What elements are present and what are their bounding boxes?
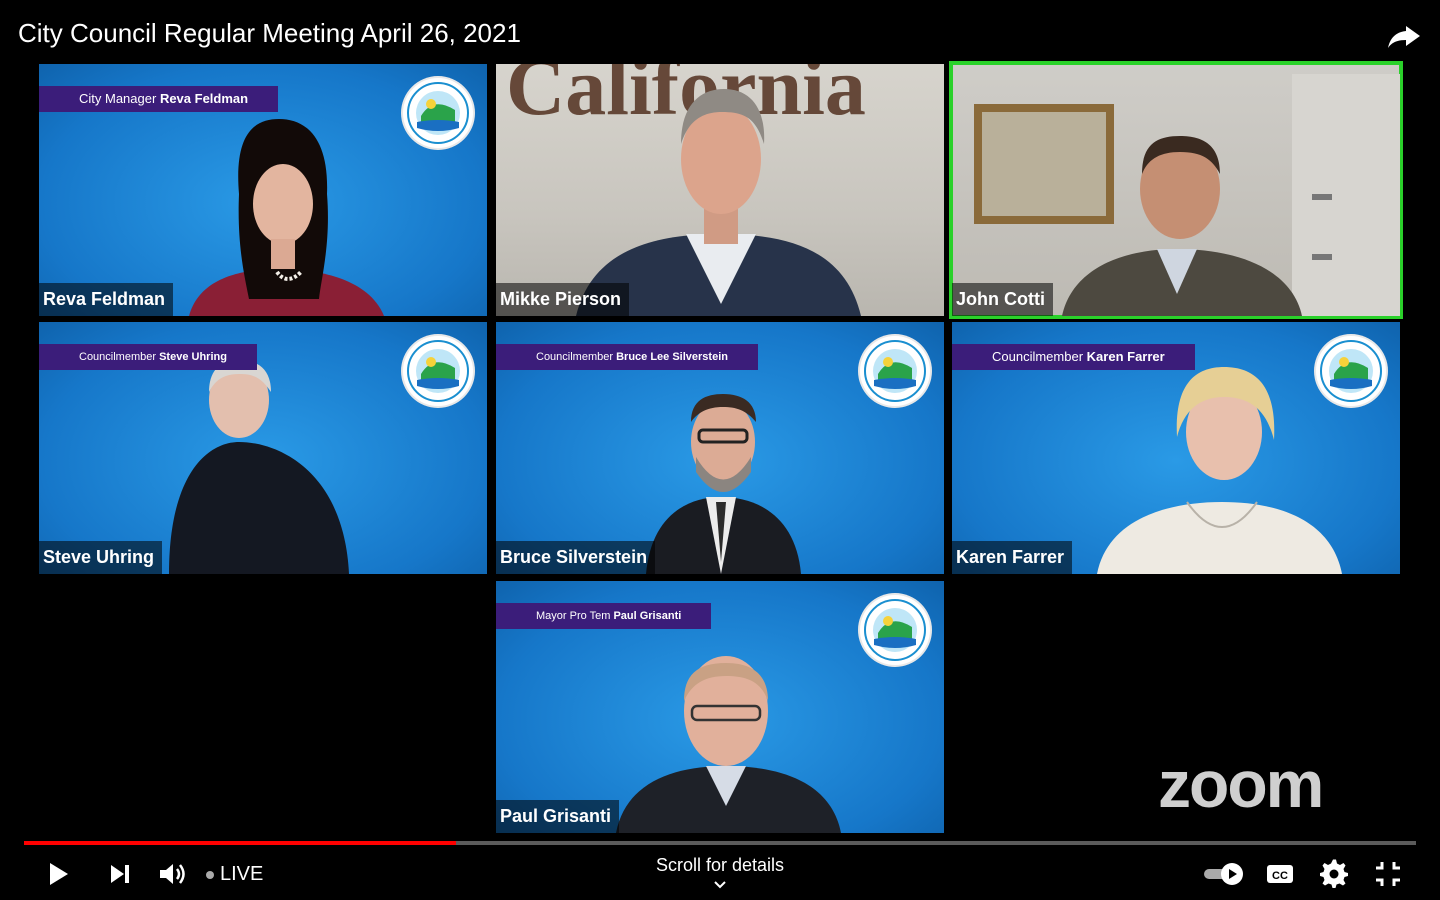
city-seal-logo	[860, 595, 930, 665]
progress-bar-played	[24, 841, 456, 845]
title-banner: Mayor Pro Tem Paul Grisanti	[496, 603, 712, 629]
autoplay-toggle-icon	[1204, 863, 1243, 885]
volume-icon	[160, 864, 185, 884]
city-seal-logo	[403, 336, 473, 406]
scroll-for-details[interactable]: Scroll for details	[620, 855, 820, 876]
participant-name: Paul Grisanti	[496, 800, 620, 833]
exit-fullscreen-icon	[1376, 862, 1400, 886]
participant-tile-paul-grisanti[interactable]: Mayor Pro Tem Paul Grisanti Paul Grisant…	[496, 581, 944, 833]
captions-button[interactable]: CC	[1264, 858, 1296, 890]
volume-button[interactable]	[156, 858, 188, 890]
play-icon	[50, 863, 68, 885]
svg-text:CC: CC	[1272, 870, 1288, 882]
share-button[interactable]	[1386, 18, 1422, 54]
participant-tile-mikke-pierson[interactable]: California Mikke Pierson	[496, 64, 944, 316]
progress-bar[interactable]	[24, 841, 1416, 845]
participant-name: Bruce Silverstein	[496, 541, 656, 574]
title-banner: Councilmember Karen Farrer	[952, 344, 1195, 370]
settings-button[interactable]	[1318, 858, 1350, 890]
title-banner: Councilmember Bruce Lee Silverstein	[496, 344, 758, 370]
city-seal-logo	[403, 78, 473, 148]
participant-name: John Cotti	[952, 283, 1053, 316]
city-seal-logo	[1316, 336, 1386, 406]
next-button[interactable]	[104, 858, 136, 890]
title-banner: Councilmember Steve Uhring	[39, 344, 257, 370]
captions-icon: CC	[1267, 865, 1293, 883]
participant-video	[974, 74, 1400, 316]
participant-name: Steve Uhring	[39, 541, 163, 574]
participant-name: Reva Feldman	[39, 283, 174, 316]
participant-name: Karen Farrer	[952, 541, 1073, 574]
participant-tile-john-cotti[interactable]: John Cotti	[949, 61, 1403, 319]
zoom-logo: zoom	[1158, 747, 1324, 821]
participant-tile-bruce-silverstein[interactable]: Councilmember Bruce Lee Silverstein Bruc…	[496, 322, 944, 574]
city-seal-logo	[860, 336, 930, 406]
live-dot-icon	[206, 870, 214, 879]
participant-tile-steve-uhring[interactable]: Councilmember Steve Uhring Steve Uhring	[39, 322, 487, 574]
live-label: LIVE	[220, 863, 264, 885]
participant-tile-karen-farrer[interactable]: Councilmember Karen Farrer Karen Farrer	[952, 322, 1400, 574]
chevron-down-icon	[714, 881, 726, 889]
participant-video: California	[506, 64, 866, 316]
autoplay-toggle[interactable]	[1200, 858, 1248, 890]
share-arrow-icon	[1388, 26, 1420, 48]
player-controls: LIVE Scroll for details CC	[0, 850, 1440, 900]
live-indicator[interactable]: LIVE	[206, 863, 263, 886]
play-button[interactable]	[42, 858, 74, 890]
participant-tile-reva-feldman[interactable]: City Manager Reva Feldman Reva Feldman	[39, 64, 487, 316]
settings-gear-icon	[1320, 859, 1348, 888]
video-title[interactable]: City Council Regular Meeting April 26, 2…	[18, 18, 521, 49]
exit-fullscreen-button[interactable]	[1372, 858, 1404, 890]
participant-name: Mikke Pierson	[496, 283, 630, 316]
title-banner: City Manager Reva Feldman	[39, 86, 279, 112]
next-icon	[111, 865, 129, 883]
